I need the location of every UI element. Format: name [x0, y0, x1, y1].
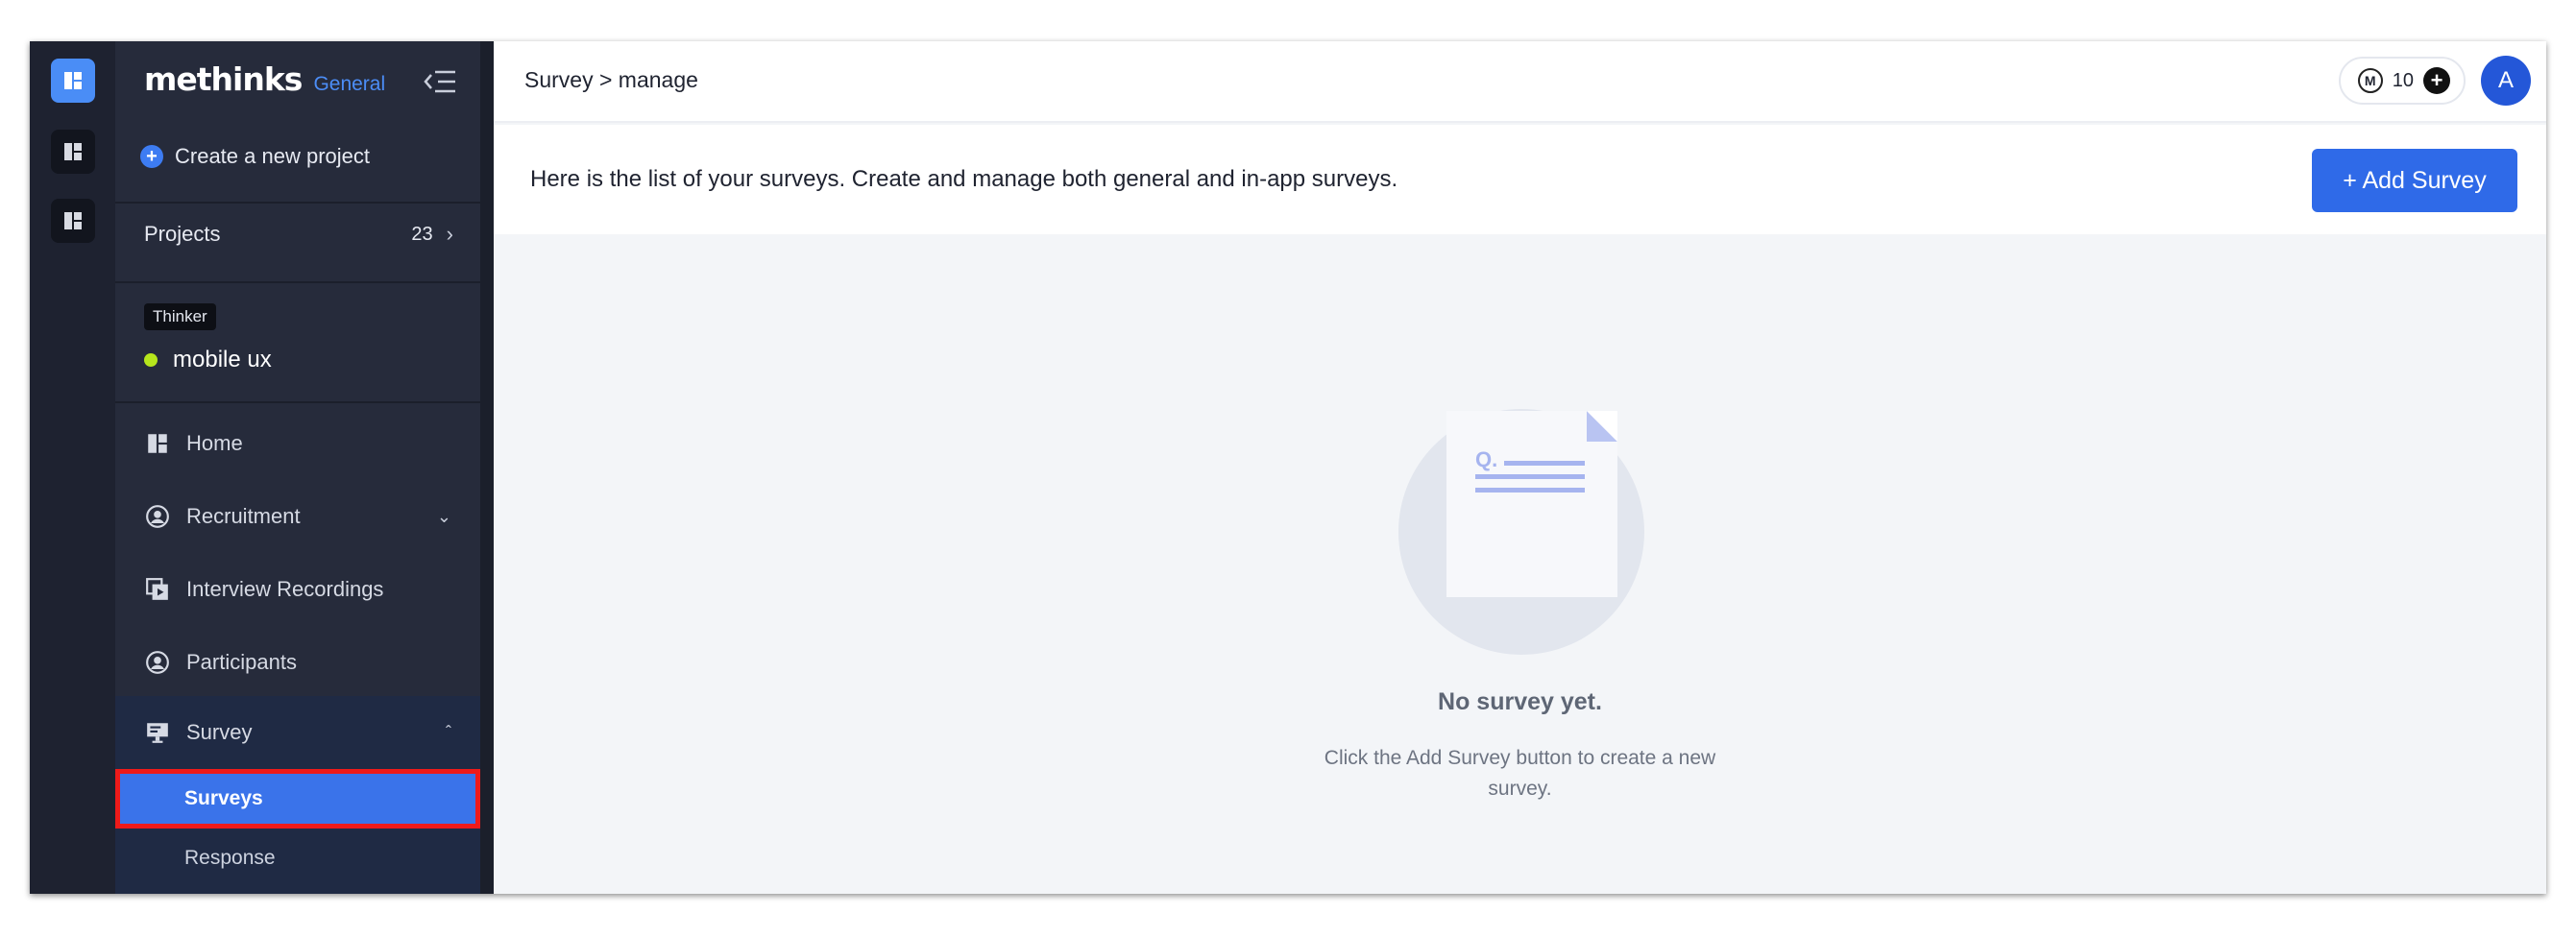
nav-item-recruitment[interactable]: Recruitment ⌄: [115, 480, 480, 553]
divider: [115, 401, 480, 403]
projects-link[interactable]: Projects 23 ›: [144, 222, 453, 247]
add-credits-icon[interactable]: +: [2423, 67, 2450, 94]
nav-label: Home: [186, 431, 243, 455]
chevron-right-icon: ›: [446, 222, 453, 246]
top-bar: Survey > manage M 10 + A: [494, 41, 2546, 123]
projects-label: Projects: [144, 222, 221, 246]
survey-icon: [144, 719, 171, 746]
sidebar: methinks General + Create a new project …: [115, 41, 480, 894]
workspace-button[interactable]: [51, 199, 95, 243]
workspace-button[interactable]: [51, 130, 95, 174]
status-dot: [144, 353, 158, 367]
info-text: Here is the list of your surveys. Create…: [530, 166, 1398, 192]
dashboard-icon: [144, 430, 171, 457]
main-content: Survey > manage M 10 + A Here is the lis…: [494, 41, 2546, 894]
divider: [115, 202, 480, 204]
workspace-rail: [30, 41, 115, 894]
participants-icon: [144, 649, 171, 676]
dashboard-icon: [64, 72, 82, 89]
dashboard-icon: [64, 212, 82, 229]
collapse-sidebar-icon[interactable]: [423, 66, 457, 97]
empty-description: Click the Add Survey button to create a …: [494, 743, 2546, 805]
info-bar: Here is the list of your surveys. Create…: [494, 125, 2546, 234]
credits-pill[interactable]: M 10 +: [2338, 57, 2466, 105]
nav-label: Participants: [186, 650, 297, 674]
project-name: mobile ux: [173, 347, 272, 372]
projects-count: 23: [411, 223, 433, 245]
submenu-label: Surveys: [184, 787, 263, 809]
empty-document-illustration: Q.: [1398, 409, 1644, 655]
chevron-down-icon: ⌄: [436, 506, 451, 526]
empty-title: No survey yet.: [1438, 688, 1602, 715]
credit-count: 10: [2392, 69, 2414, 91]
brand-logo[interactable]: methinks General: [144, 60, 385, 98]
brand-name: methinks: [144, 60, 303, 98]
sidebar-scrollbar[interactable]: [480, 41, 494, 894]
coin-icon: M: [2357, 68, 2383, 93]
divider: [115, 281, 480, 283]
chevron-up-icon: ˆ: [446, 722, 451, 742]
brand-tag: General: [313, 73, 386, 95]
nav-item-home[interactable]: Home: [115, 407, 480, 480]
app-window: methinks General + Create a new project …: [30, 41, 2546, 894]
nav-label: Interview Recordings: [186, 577, 384, 601]
nav-item-participants[interactable]: Participants: [115, 626, 480, 699]
create-project-label: Create a new project: [175, 144, 370, 168]
role-badge: Thinker: [144, 303, 216, 330]
workspace-button-active[interactable]: [51, 59, 95, 103]
dashboard-icon: [64, 143, 82, 160]
submenu-item-surveys[interactable]: Surveys: [115, 769, 480, 829]
nav-item-interview-recordings[interactable]: Interview Recordings: [115, 553, 480, 626]
nav-label: Survey: [186, 720, 253, 744]
empty-description-text: Click the Add Survey button to create a …: [1324, 747, 1716, 800]
nav-item-survey[interactable]: Survey ˆ: [115, 696, 480, 769]
breadcrumb: Survey > manage: [524, 67, 698, 92]
create-project-button[interactable]: + Create a new project: [140, 144, 370, 169]
nav-label: Recruitment: [186, 504, 301, 528]
add-survey-button[interactable]: + Add Survey: [2312, 149, 2517, 212]
recruitment-icon: [144, 503, 171, 530]
current-project[interactable]: mobile ux: [144, 347, 272, 373]
submenu-item-response[interactable]: Response: [115, 829, 480, 888]
illustration-mark: Q.: [1475, 447, 1497, 471]
empty-state: Q. No survey yet. Click the Add Survey b…: [494, 234, 2546, 894]
submenu-label: Response: [184, 847, 276, 869]
plus-circle-icon: +: [140, 145, 163, 168]
avatar[interactable]: A: [2481, 56, 2531, 106]
video-library-icon: [144, 576, 171, 603]
